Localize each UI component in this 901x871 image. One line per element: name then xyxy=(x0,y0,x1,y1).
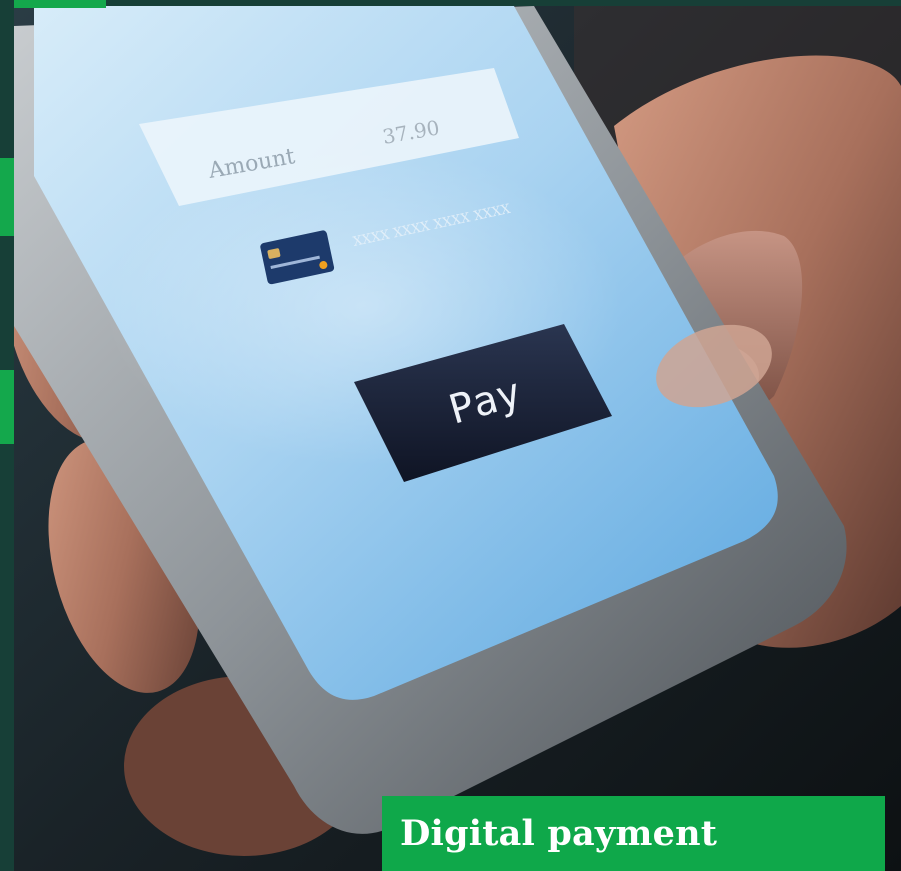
article-image-frame: Amount 37.90 XXXX XXXX XXXX XXXX Pay Dig… xyxy=(0,0,901,871)
sidebar-accent-lower xyxy=(0,370,14,444)
image-caption: Digital payment xyxy=(382,796,885,871)
sidebar-accent-upper xyxy=(0,158,14,236)
phone-payment-photo: Amount 37.90 XXXX XXXX XXXX XXXX Pay xyxy=(14,6,901,871)
top-accent xyxy=(14,0,106,8)
top-bar xyxy=(106,0,901,6)
caption-text: Digital payment xyxy=(400,813,718,854)
